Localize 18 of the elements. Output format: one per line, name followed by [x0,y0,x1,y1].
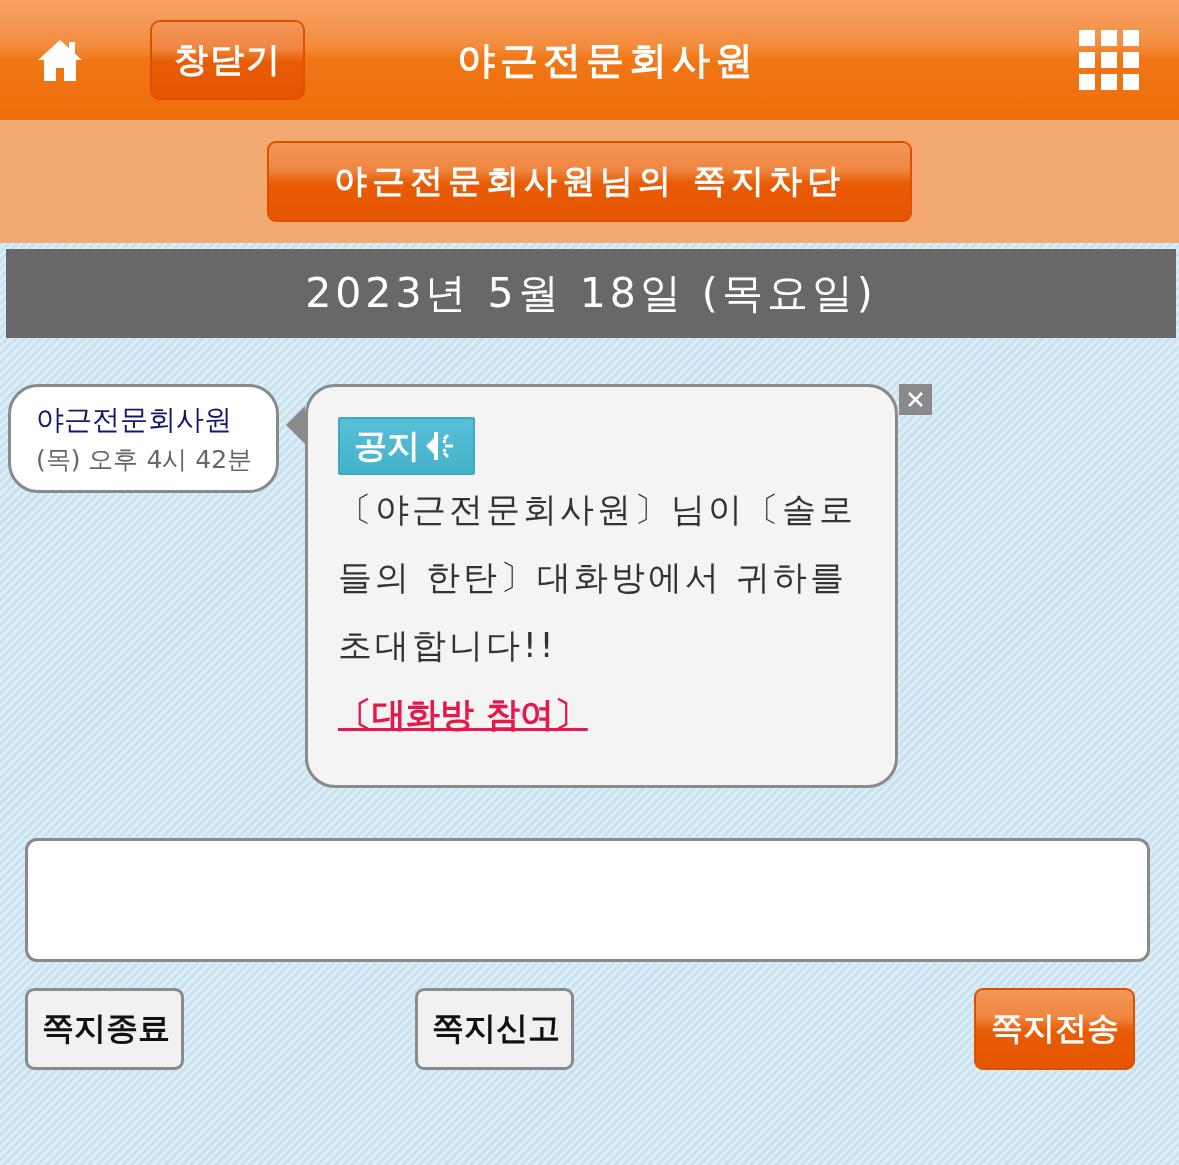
join-chat-link[interactable]: 〔대화방 참여〕 [338,679,588,749]
close-icon [908,392,923,407]
sender-name: 야근전문회사원 [36,402,233,438]
home-icon[interactable] [37,37,83,83]
message-input-field[interactable] [25,838,1150,962]
send-button[interactable]: 쪽지전송 [974,988,1135,1070]
action-button[interactable]: 쪽지종료 [25,988,184,1070]
grid-menu-icon[interactable] [1079,30,1139,90]
message-time: (목) 오후 4시 42분 [36,444,254,476]
block-messages-button[interactable]: 야근전문회사원님의 쪽지차단 [267,141,912,222]
action-button[interactable]: 쪽지신고 [415,988,574,1070]
badge-label: 공지 [354,424,420,467]
date-bar: 2023년 5월 18일 (목요일) [6,249,1176,338]
close-button[interactable] [899,384,932,415]
message-text: 〔야근전문회사원〕님이〔솔로들의 한탄〕대화방에서 귀하를 초대합니다!! [338,488,857,667]
speaker-icon [424,429,456,463]
page-title: 야근전문회사원 [455,36,759,84]
close-window-button[interactable]: 창닫기 [150,20,305,100]
